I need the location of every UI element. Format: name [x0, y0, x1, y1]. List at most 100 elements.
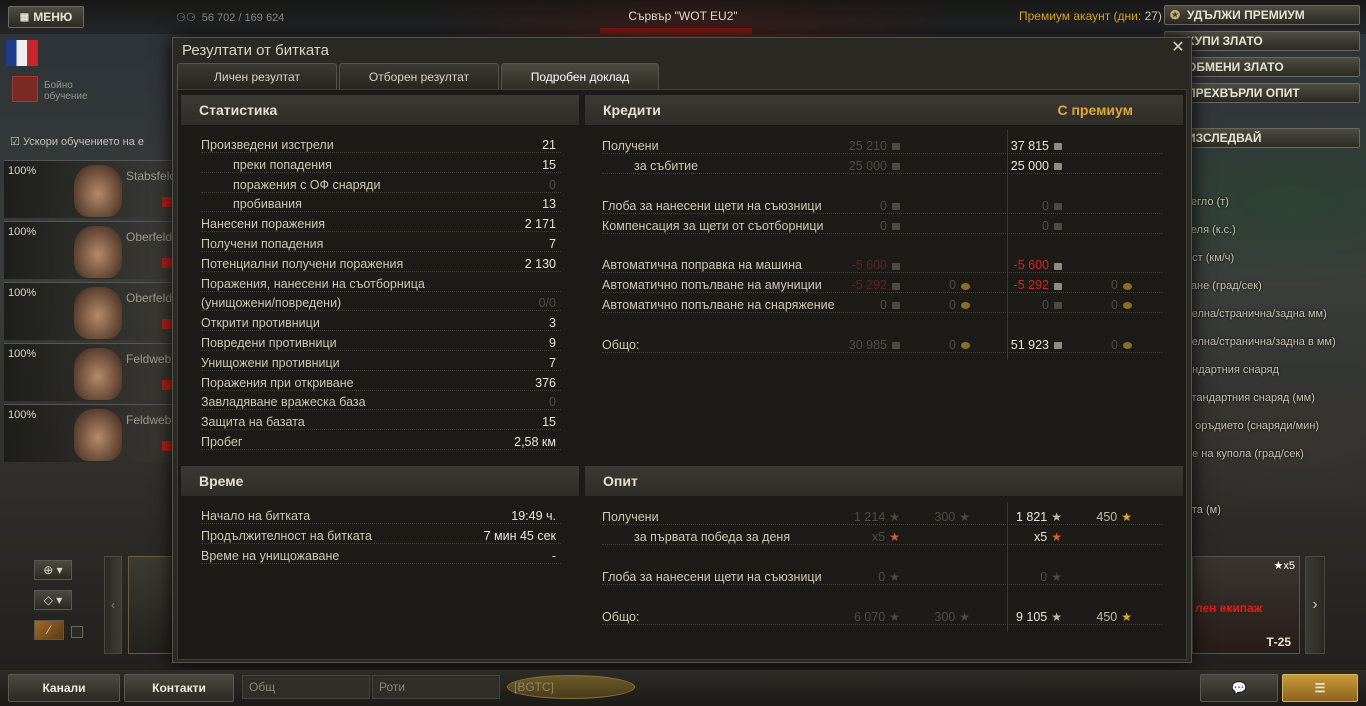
channel-tab-clan[interactable]: [BGTC]: [507, 675, 635, 699]
stat-label: (унищожени/повредени): [201, 296, 342, 311]
crew-portrait: [74, 409, 122, 461]
menu-button[interactable]: ▦ МЕНЮ: [8, 6, 84, 28]
value-text: 0: [1042, 218, 1049, 233]
garage-screen: { "topbar":{ "menu_label":"МЕНЮ", "stat_…: [0, 0, 1366, 706]
stat-label: преки попадения: [233, 157, 332, 172]
filter-favorite-button[interactable]: ⁄: [34, 620, 64, 640]
credit-std-value: 30 985: [849, 336, 900, 355]
filter-checkbox[interactable]: [71, 626, 83, 638]
credit-row: за събитие 25 000 25 000: [602, 157, 1162, 176]
extend-premium-label: УДЪЛЖИ ПРЕМИУМ: [1187, 8, 1305, 22]
top-bar: ▦ МЕНЮ ⚆⚆ 56 702 / 169 624 Сървър "WOT E…: [0, 0, 1366, 34]
menu-icon: ▦: [19, 11, 30, 23]
stat-row: Пробег 2,58 км: [201, 433, 561, 452]
credit-prem-value: 51 923: [1011, 336, 1062, 355]
credit-prem-value: -5 292: [1014, 276, 1062, 295]
stat-value: 15: [542, 157, 556, 172]
credit-std-value: 0: [880, 217, 900, 236]
value-text: 0: [1111, 298, 1118, 313]
crew-member[interactable]: 100% Stabsfeldw: [4, 160, 185, 218]
speedup-training[interactable]: ☑ Ускори обучението на е: [10, 135, 172, 151]
role-icon: [162, 258, 172, 268]
value-text: 450: [1096, 510, 1118, 524]
stat-value: 0/0: [538, 296, 556, 311]
carousel-right-arrow[interactable]: ›: [1305, 556, 1325, 654]
tank-card[interactable]: ★x5 лен екипаж Т-25: [1192, 556, 1300, 654]
statistics-header: Статистика: [181, 95, 579, 125]
crew-member[interactable]: 100% Oberfeldw: [4, 221, 181, 279]
stat-row: Защита на базата 15: [201, 413, 561, 432]
buy-gold-button[interactable]: КУПИ ЗЛАТО: [1164, 31, 1360, 51]
channel-tab-companies[interactable]: Роти: [372, 675, 500, 699]
close-icon[interactable]: ✕: [1170, 40, 1186, 56]
spec-traverse: тане (град/сек): [1186, 280, 1262, 292]
star-icon: ★: [1051, 510, 1062, 524]
credit-std-gold: 0: [949, 276, 970, 295]
crew-portrait: [74, 165, 122, 217]
credits-icon: [892, 222, 900, 230]
star-icon: ★: [889, 530, 900, 544]
globe-icon: ⊕ ▾: [43, 563, 63, 577]
credit-prem-value: 0: [1042, 217, 1062, 236]
channel-tab-common[interactable]: Общ: [242, 675, 370, 699]
xp-std-value: 0 ★: [878, 568, 900, 587]
crew-member[interactable]: 100% Feldweb: [4, 404, 172, 462]
crew-portrait: [74, 287, 122, 339]
crew-pct: 100%: [8, 226, 37, 238]
carousel-tank-slot[interactable]: [128, 556, 174, 654]
xp-row: [602, 548, 1162, 567]
value-text: 0: [1042, 198, 1049, 213]
chat-button[interactable]: 💬: [1200, 674, 1278, 702]
research-button[interactable]: ИЗСЛЕДВАЙ: [1164, 128, 1360, 148]
list-icon: ☰: [1314, 681, 1326, 695]
xp-label: за първата победа за деня: [634, 530, 791, 544]
filter-type-dropdown[interactable]: ◇ ▾: [34, 590, 72, 610]
value-text: 0: [949, 338, 956, 352]
credits-header-label: Кредити: [603, 102, 661, 118]
crew-member[interactable]: 100% Oberfeldw: [4, 282, 181, 340]
credit-row: [602, 237, 1162, 256]
tab-personal[interactable]: Личен резултат: [177, 63, 337, 89]
transfer-xp-button[interactable]: ПРЕХВЪРЛИ ОПИТ: [1164, 83, 1360, 103]
spec-damage: андартния снаряд: [1186, 364, 1279, 376]
value-text: 1 821: [1015, 510, 1048, 524]
credit-row: [602, 177, 1162, 196]
extend-premium-button[interactable]: ✪ УДЪЛЖИ ПРЕМИУМ: [1164, 5, 1360, 25]
time-label: Начало на битката: [201, 509, 311, 523]
transfer-xp-label: ПРЕХВЪРЛИ ОПИТ: [1187, 86, 1300, 100]
credits-icon: [892, 202, 900, 210]
credits-icon: [1054, 282, 1062, 290]
credits-icon: [1054, 222, 1062, 230]
free-xp-icon: ★: [959, 510, 970, 524]
credit-prem-value: 25 000: [1011, 157, 1062, 176]
notifications-button[interactable]: ☰: [1282, 674, 1358, 702]
server-label: Сървър "WOT EU2": [628, 9, 738, 23]
battle-button-strip[interactable]: [600, 28, 752, 34]
credit-label: Компенсация за щети от съотборници: [602, 218, 824, 233]
filter-nation-dropdown[interactable]: ⊕ ▾: [34, 560, 72, 580]
stat-row: Завладяване вражеска база 0: [201, 393, 561, 412]
xp-std-value: 6 070 ★: [854, 608, 900, 627]
credit-row: Общо: 30 985 0 51 923 0: [602, 336, 1162, 355]
crew-portrait: [74, 226, 122, 278]
time-value: -: [551, 549, 556, 563]
stat-value: 15: [542, 415, 556, 430]
credits-icon: [892, 143, 900, 151]
exchange-gold-button[interactable]: ОБМЕНИ ЗЛАТО: [1164, 57, 1360, 77]
tab-detailed[interactable]: Подробен доклад: [501, 63, 659, 89]
gold-icon: [961, 342, 970, 350]
crew-pct: 100%: [8, 287, 37, 299]
stat-label: Произведени изстрели: [201, 138, 334, 152]
contacts-button[interactable]: Контакти: [124, 674, 234, 702]
carousel-left-arrow[interactable]: ‹: [104, 556, 122, 654]
channels-button[interactable]: Канали: [8, 674, 120, 702]
stat-value: 2,58 км: [514, 435, 556, 449]
stat-label: Поражения, нанесени на съотборница: [201, 276, 425, 291]
training-button[interactable]: Бойно обучение: [10, 72, 106, 108]
xp-prem-value: 0 ★: [1040, 568, 1062, 587]
tab-team[interactable]: Отборен резултат: [339, 63, 499, 89]
crew-member[interactable]: 100% Feldweb: [4, 343, 172, 401]
credit-std-value: -5 292: [852, 276, 900, 295]
crew-rank: Feldweb: [126, 413, 172, 427]
stat-value: 21: [542, 138, 556, 152]
